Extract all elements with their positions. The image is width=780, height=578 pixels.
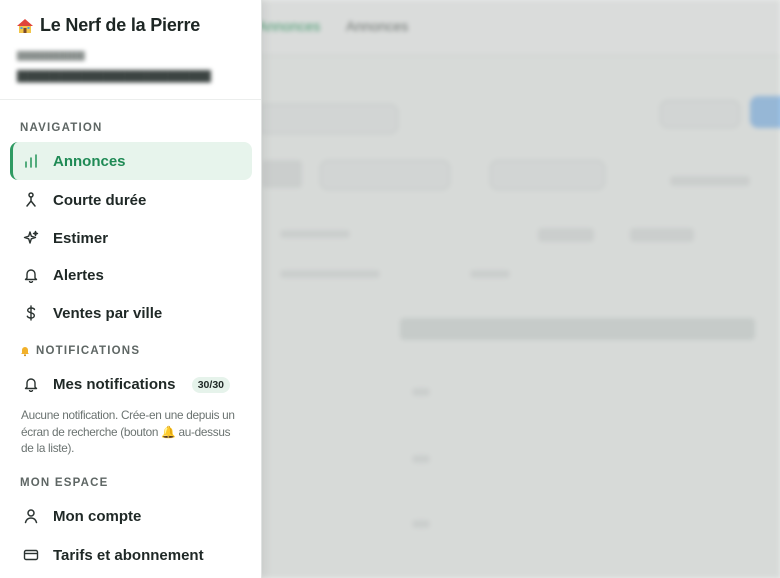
credit-card-icon [22, 546, 40, 564]
user-email-redacted: ▆▆▆▆▆▆▆▆▆▆▆▆▆▆▆▆▆▆ [17, 66, 211, 82]
nav-item-alertes[interactable]: Alertes [10, 256, 252, 294]
notifications-empty-help: Aucune notification. Crée-en une depuis … [21, 408, 235, 455]
user-info-blurred: ▆▆▆▆▆▆▆▆ ▆▆▆▆▆▆▆▆▆▆▆▆▆▆▆▆▆▆ [17, 48, 217, 83]
brand-name: Le Nerf de la Pierre [40, 15, 201, 35]
nav-item-courte-duree[interactable]: Courte durée [10, 181, 252, 219]
section-title-my-space: MON ESPACE [20, 477, 109, 489]
nav-item-label: Alertes [53, 266, 104, 284]
nav-item-label: Ventes par ville [53, 304, 163, 322]
nav-item-estimer[interactable]: Estimer [10, 219, 252, 257]
dollar-icon [22, 304, 40, 322]
section-title-label: NOTIFICATIONS [36, 345, 141, 357]
nav-item-mes-notifications[interactable]: Mes notifications 30/30 [10, 365, 252, 403]
bell-emoji-icon [19, 345, 31, 357]
brand[interactable]: Le Nerf de la Pierre [16, 15, 200, 36]
section-title-navigation: NAVIGATION [20, 122, 103, 134]
person-walking-icon [22, 191, 40, 209]
nav-item-label: Estimer [53, 229, 109, 247]
bar-chart-icon [22, 152, 40, 170]
sparkles-icon [22, 229, 40, 247]
bell-icon [22, 266, 40, 284]
user-name-redacted: ▆▆▆▆▆▆▆▆ [17, 49, 85, 61]
notification-count-badge: 30/30 [191, 377, 230, 393]
navigation-drawer: Le Nerf de la Pierre ▆▆▆▆▆▆▆▆ ▆▆▆▆▆▆▆▆▆▆… [0, 0, 262, 578]
nav-item-mon-compte[interactable]: Mon compte [10, 497, 252, 535]
house-icon [16, 17, 34, 35]
divider [0, 99, 261, 100]
section-title-notifications: NOTIFICATIONS [19, 345, 140, 357]
nav-item-label: Annonces [53, 152, 126, 170]
nav-item-label: Mon compte [53, 507, 142, 525]
nav-item-annonces[interactable]: Annonces [10, 142, 252, 180]
nav-item-label: Mes notifications [53, 375, 176, 393]
bell-icon [22, 375, 40, 393]
nav-item-ventes-par-ville[interactable]: Ventes par ville [10, 294, 252, 332]
nav-item-label: Tarifs et abonnement [53, 546, 204, 564]
nav-item-label: Courte durée [53, 191, 147, 209]
nav-item-tarifs-abonnement[interactable]: Tarifs et abonnement [10, 536, 252, 574]
user-icon [22, 507, 40, 525]
